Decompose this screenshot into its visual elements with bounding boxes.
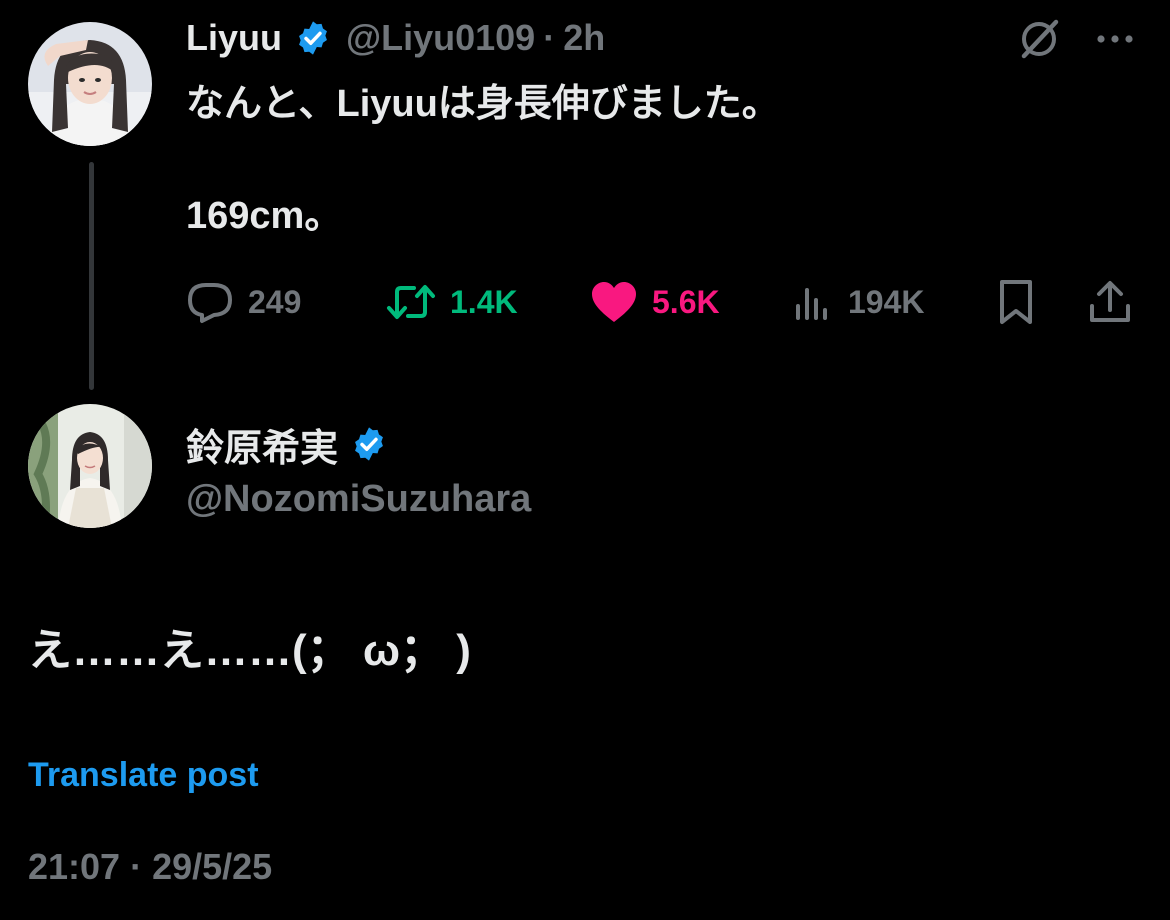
reply-button[interactable]: 249 [186, 276, 301, 328]
like-count: 5.6K [652, 283, 720, 320]
heart-icon [590, 280, 638, 324]
post-timestamp[interactable]: 21:07 · 29/5/25 [28, 846, 272, 888]
views-button[interactable]: 194K [794, 276, 925, 328]
views-count: 194K [848, 283, 925, 320]
share-button[interactable] [1088, 276, 1132, 328]
post-action-bar: 249 1.4K 5.6K 194K [186, 276, 1146, 328]
repost-count: 1.4K [450, 283, 518, 320]
reply-author-display-name[interactable]: 鈴原希実 [186, 417, 338, 472]
translate-post-link[interactable]: Translate post [28, 756, 259, 795]
thread-connector-line [89, 162, 94, 390]
bookmark-icon [996, 278, 1036, 326]
reply-post-text: え……え……(； ω； ) [28, 626, 471, 675]
avatar-nozomi-suzuhara[interactable] [28, 404, 152, 528]
reply-author-handle[interactable]: @NozomiSuzuhara [186, 478, 531, 521]
author-display-name[interactable]: Liyuu [186, 17, 282, 59]
post-relative-time[interactable]: 2h [563, 17, 605, 59]
grok-icon[interactable] [1016, 16, 1062, 62]
reply-icon [186, 280, 234, 324]
parent-post-header: Liyuu @Liyu0109 · 2h [186, 14, 605, 62]
views-chart-icon [794, 282, 834, 322]
repost-icon [386, 280, 436, 324]
reply-post-header: 鈴原希実 @NozomiSuzuhara [186, 418, 531, 521]
header-separator: · [543, 17, 556, 58]
parent-post-text: なんと、Liyuuは身長伸びました。 169cm。 [186, 83, 780, 237]
repost-button[interactable]: 1.4K [386, 276, 518, 328]
like-button[interactable]: 5.6K [590, 276, 720, 328]
bookmark-button[interactable] [996, 276, 1036, 328]
verified-badge-icon [294, 19, 332, 57]
more-options-icon[interactable] [1092, 22, 1138, 56]
reply-count: 249 [248, 283, 302, 320]
share-icon [1088, 278, 1132, 326]
author-handle[interactable]: @Liyu0109 [346, 17, 535, 59]
avatar-liyuu[interactable] [28, 22, 152, 146]
verified-badge-icon [350, 425, 388, 463]
